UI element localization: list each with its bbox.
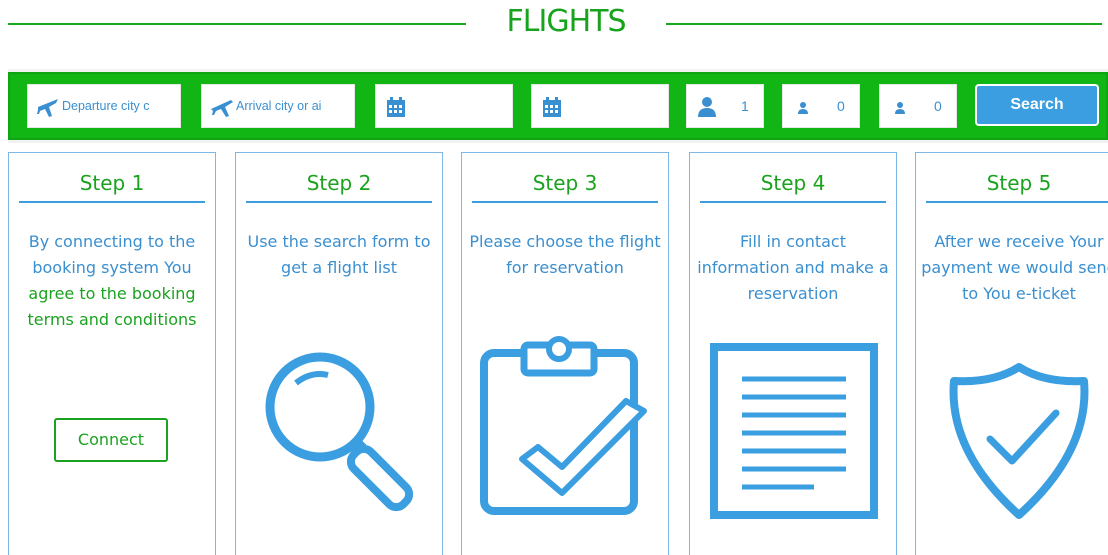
connect-button[interactable]: Connect: [54, 418, 168, 462]
title-divider-right: [666, 23, 1102, 25]
children-count-input[interactable]: 0: [782, 84, 860, 128]
infants-value: 0: [934, 98, 942, 114]
step-description: Use the search form to get a flight list: [247, 232, 431, 277]
shield-check-icon: [949, 363, 1089, 519]
page-title: FLIGHTS: [506, 4, 627, 39]
page-header: FLIGHTS: [0, 0, 1108, 50]
child-icon: [798, 102, 808, 114]
departure-date-input[interactable]: [375, 84, 513, 128]
step-description-text: By connecting to the booking system You: [28, 232, 196, 277]
children-value: 0: [837, 98, 845, 114]
step-card-5: Step 5 After we receive Your payment we …: [915, 152, 1108, 555]
step-description: By connecting to the booking system You …: [11, 229, 213, 333]
document-icon: [710, 343, 878, 519]
return-date-input[interactable]: [531, 84, 669, 128]
magnifier-icon: [265, 352, 414, 512]
arrival-placeholder: Arrival city or ai: [236, 99, 322, 113]
adult-icon: [698, 97, 716, 117]
arrival-city-input[interactable]: Arrival city or ai: [201, 84, 355, 128]
search-button[interactable]: Search: [975, 84, 1099, 126]
step-card-3: Step 3 Please choose the flight for rese…: [461, 152, 669, 555]
step-title: Step 4: [700, 171, 886, 203]
step-card-4: Step 4 Fill in contact information and m…: [689, 152, 897, 555]
plane-departure-icon: [37, 99, 58, 117]
title-divider-left: [8, 23, 466, 25]
adults-count-input[interactable]: 1: [686, 84, 764, 128]
step-description: Please choose the flight for reservation: [469, 232, 661, 277]
calendar-icon: [387, 97, 405, 117]
step-title: Step 5: [926, 171, 1108, 203]
departure-placeholder: Departure city c: [62, 99, 150, 113]
infant-icon: [895, 102, 905, 114]
calendar-icon: [543, 97, 561, 117]
step-card-2: Step 2 Use the search form to get a flig…: [235, 152, 443, 555]
adults-value: 1: [741, 98, 749, 114]
plane-arrival-icon: [211, 100, 233, 117]
terms-link[interactable]: agree to the booking terms and condition…: [28, 284, 197, 329]
step-card-1: Step 1 By connecting to the booking syst…: [8, 152, 216, 555]
step-title: Step 2: [246, 171, 432, 203]
step-description: After we receive Your payment we would s…: [921, 232, 1108, 303]
infants-count-input[interactable]: 0: [879, 84, 957, 128]
step-title: Step 1: [19, 171, 205, 203]
departure-city-input[interactable]: Departure city c: [27, 84, 181, 128]
step-description: Fill in contact information and make a r…: [697, 232, 889, 303]
clipboard-check-icon: [480, 336, 647, 515]
step-title: Step 3: [472, 171, 658, 203]
